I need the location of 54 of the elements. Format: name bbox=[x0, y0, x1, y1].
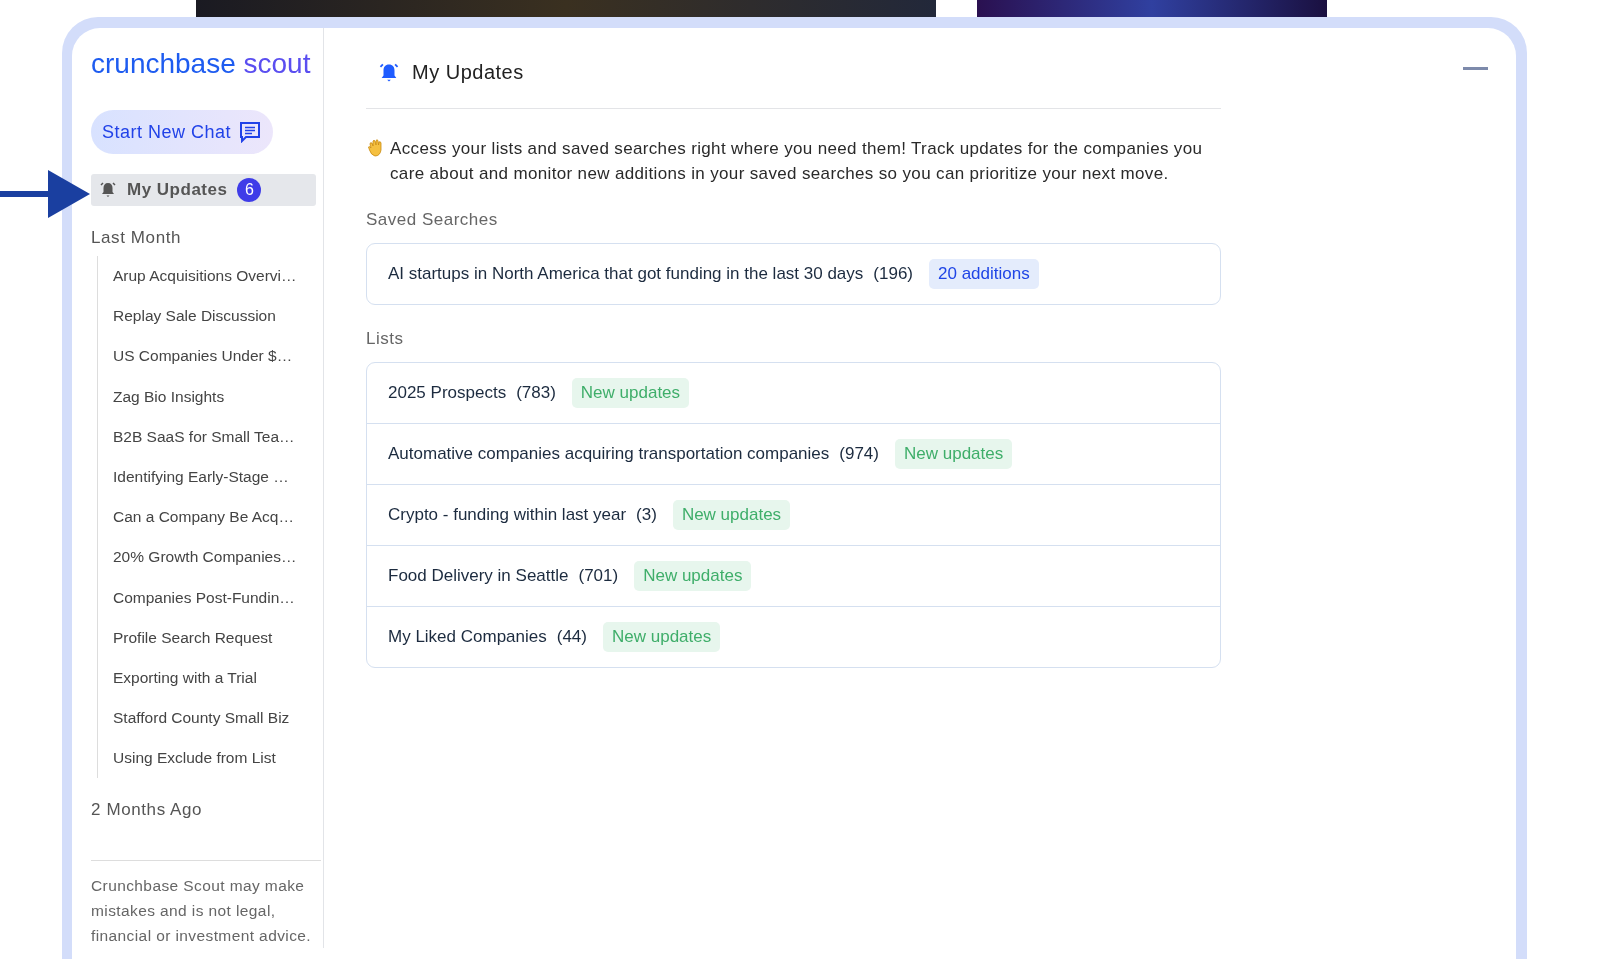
bell-icon bbox=[99, 181, 117, 199]
row-count: (196) bbox=[873, 264, 913, 284]
row-count: (701) bbox=[578, 566, 619, 586]
chat-icon bbox=[239, 121, 262, 143]
status-tag: New updates bbox=[634, 561, 752, 591]
row-name: Automative companies acquiring transportation companies bbox=[388, 444, 830, 464]
chat-history-item[interactable]: Profile Search Request bbox=[113, 617, 323, 658]
chat-history-item[interactable]: Exporting with a Trial bbox=[113, 657, 323, 699]
chat-history-item[interactable]: 20% Growth Companies… bbox=[113, 537, 323, 578]
list-row[interactable]: My Liked Companies (44) New updates bbox=[367, 606, 1220, 667]
page-title: My Updates bbox=[412, 61, 524, 84]
my-updates-nav-item[interactable]: My Updates 6 bbox=[91, 174, 316, 206]
list-row[interactable]: 2025 Prospects (783) New updates bbox=[367, 363, 1220, 423]
row-name: My Liked Companies bbox=[388, 627, 547, 647]
list-row[interactable]: Food Delivery in Seattle (701) New updates bbox=[367, 545, 1220, 606]
row-name: Crypto - funding within last year bbox=[388, 505, 627, 525]
count-badge: 6 bbox=[237, 178, 262, 202]
row-count: (44) bbox=[556, 627, 587, 647]
minimize-icon[interactable] bbox=[1463, 67, 1488, 70]
status-tag: New updates bbox=[603, 622, 721, 652]
status-tag: New updates bbox=[672, 500, 791, 530]
start-new-chat-button[interactable]: Start New Chat bbox=[91, 110, 274, 154]
arrow-icon bbox=[0, 170, 90, 218]
chat-history-item[interactable]: Zag Bio Insights bbox=[113, 376, 323, 417]
row-count: (783) bbox=[516, 383, 556, 403]
chat-history-item[interactable]: Stafford County Small Biz bbox=[113, 698, 323, 739]
nav-label: My Updates bbox=[127, 180, 228, 200]
intro-text: Access your lists and saved searches right where you need them! Track updates for the companies you care about and monitor new additions in your saved searches so you can prioritize your next move. bbox=[390, 138, 1204, 185]
chat-history-item[interactable]: Replay Sale Discussion bbox=[113, 296, 323, 337]
section-heading: Lists bbox=[366, 329, 405, 349]
disclaimer-text: Crunchbase Scout may make mistakes and is not legal, financial or investment advice. bbox=[91, 876, 313, 946]
status-tag: 20 additions bbox=[929, 259, 1039, 289]
list-row[interactable]: AI startups in North America that got funding in the last 30 days (196) 20 additions bbox=[367, 244, 1220, 304]
row-count: (3) bbox=[636, 505, 657, 525]
row-name: Food Delivery in Seattle bbox=[388, 566, 569, 586]
group-heading: Last Month bbox=[91, 228, 183, 248]
group-heading: 2 Months Ago bbox=[91, 800, 204, 821]
bell-icon bbox=[378, 61, 400, 84]
chat-history-item[interactable]: Arup Acquisitions Overvi… bbox=[113, 256, 323, 297]
chat-history-item[interactable]: Identifying Early-Stage … bbox=[113, 456, 323, 498]
logo: crunchbase scout bbox=[91, 48, 312, 80]
chat-history-item[interactable]: US Companies Under $… bbox=[113, 336, 323, 377]
chat-history-item[interactable]: Can a Company Be Acq… bbox=[113, 497, 323, 538]
list-row[interactable]: Crypto - funding within last year (3) New updates bbox=[367, 484, 1220, 545]
list-row[interactable]: Automative companies acquiring transportation companies (974) New updates bbox=[367, 423, 1220, 484]
status-tag: New updates bbox=[571, 378, 690, 408]
row-count: (974) bbox=[839, 444, 879, 464]
row-name: 2025 Prospects bbox=[388, 383, 507, 403]
chat-history-item[interactable]: Using Exclude from List bbox=[113, 738, 323, 779]
chat-history-item[interactable]: B2B SaaS for Small Tea… bbox=[113, 416, 323, 457]
row-name: AI startups in North America that got funding in the last 30 days bbox=[388, 264, 864, 284]
status-tag: New updates bbox=[895, 439, 1013, 469]
section-heading: Saved Searches bbox=[366, 210, 499, 230]
chat-history-item[interactable]: Companies Post-Fundin… bbox=[113, 577, 323, 618]
